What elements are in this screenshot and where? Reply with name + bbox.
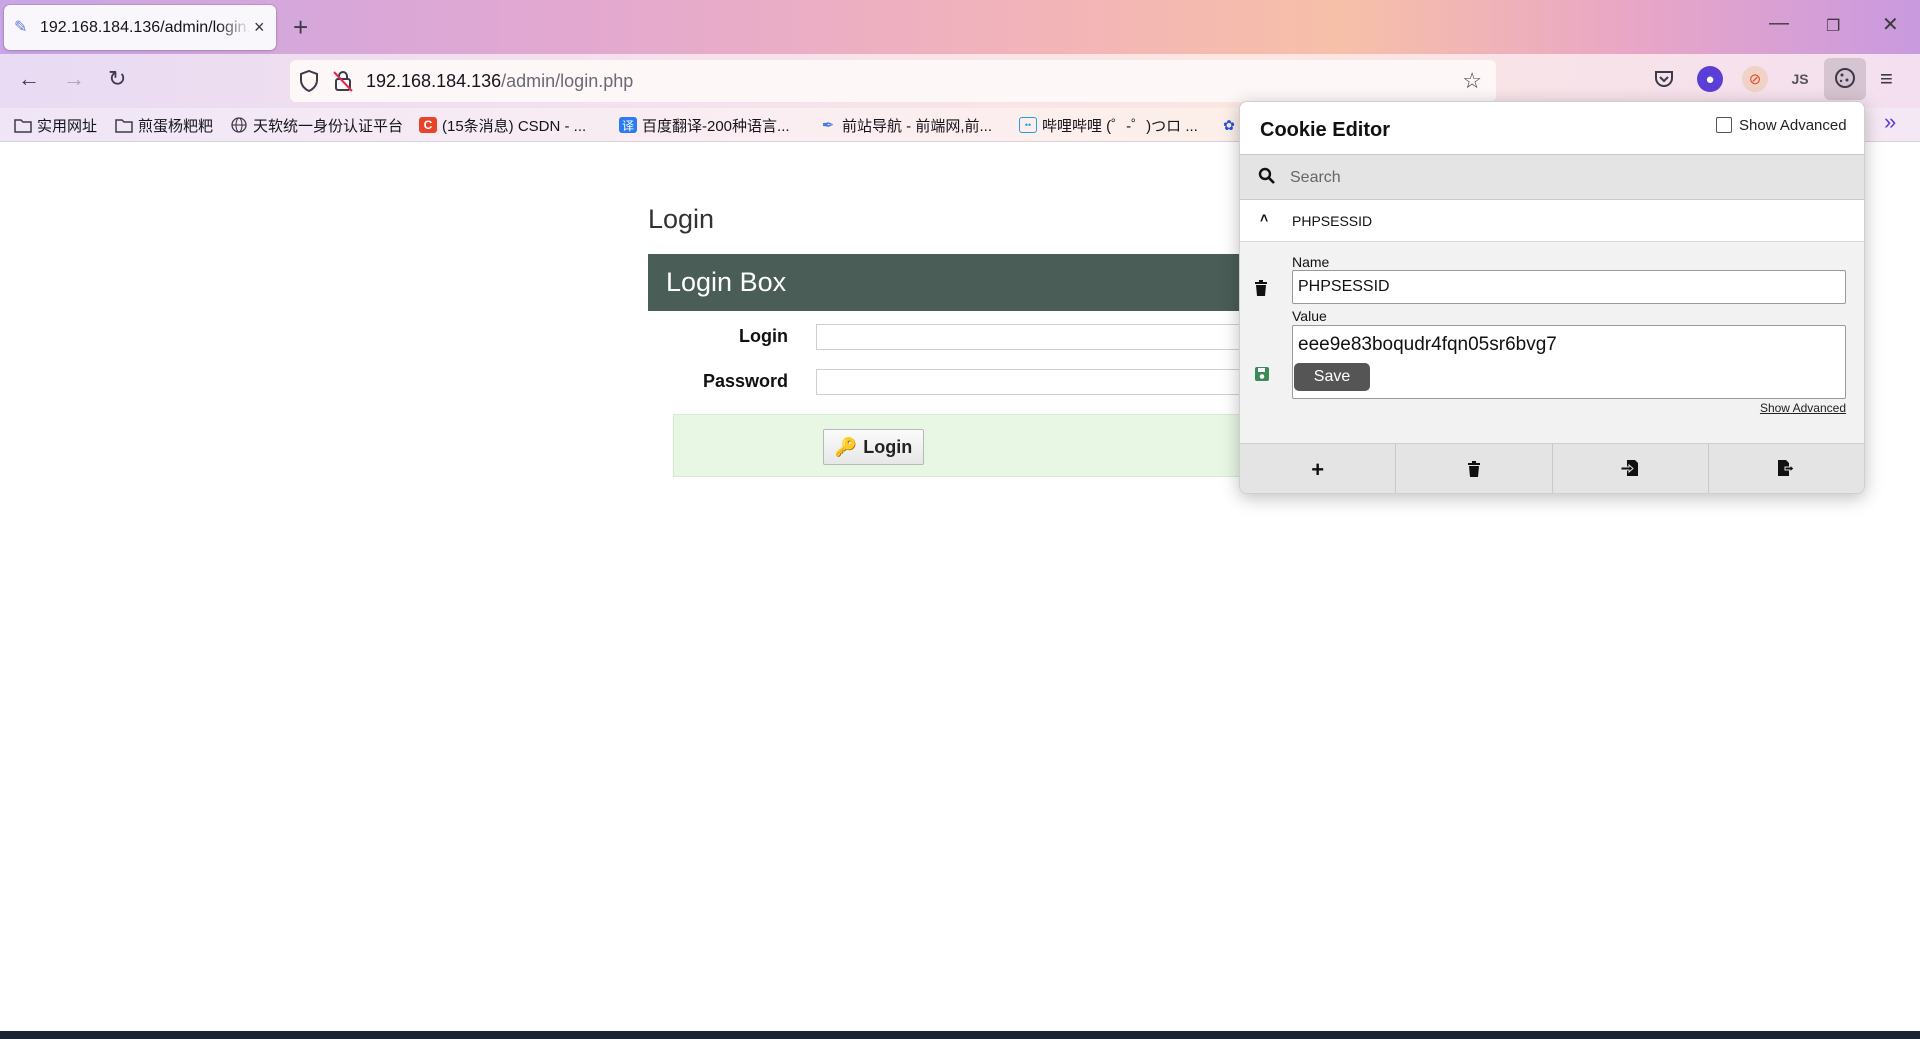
popup-header: Cookie Editor Show Advanced [1240, 102, 1864, 154]
baidu-translate-icon: 译 [619, 117, 637, 133]
bookmark-label: 煎蛋杨粑粑 [138, 117, 214, 135]
bookmark-item[interactable]: 实用网址 [14, 114, 97, 136]
cookie-toolbar: + [1240, 443, 1864, 493]
cookie-name: PHPSESSID [1292, 213, 1373, 229]
login-box-header: Login Box [648, 254, 1248, 311]
folder-icon [14, 117, 32, 133]
bookmark-label: 前站导航 - 前端网,前... [842, 117, 993, 135]
export-icon [1777, 457, 1796, 483]
login-label: Login [739, 326, 788, 346]
back-icon[interactable]: ← [18, 66, 40, 92]
shield-icon[interactable] [298, 69, 320, 96]
value-label: Value [1292, 308, 1327, 324]
delete-all-icon [1467, 457, 1481, 483]
login-button-label: Login [863, 436, 913, 457]
delete-all-button[interactable] [1396, 444, 1553, 493]
chevron-up-icon[interactable]: ˄ [1260, 210, 1268, 226]
bookmark-label: 天软统一身份认证平台 [253, 117, 404, 135]
save-cookie-icon[interactable] [1254, 366, 1270, 385]
tab-active[interactable]: ✎ 192.168.184.136/admin/login.php × [4, 5, 276, 50]
show-advanced-label[interactable]: Show Advanced [1739, 117, 1847, 134]
login-button[interactable]: 🔑 Login [823, 429, 924, 465]
save-button[interactable]: Save [1294, 363, 1370, 391]
url-host: 192.168.184.136 [366, 71, 502, 91]
ublock-icon[interactable]: ⊘ [1742, 66, 1768, 92]
bookmarks-overflow-button[interactable]: » [1884, 109, 1896, 134]
import-button[interactable] [1553, 444, 1709, 493]
bookmark-item[interactable]: 译 百度翻译-200种语言... [619, 114, 790, 136]
forward-icon[interactable]: → [63, 66, 85, 92]
cookie-name-field[interactable]: PHPSESSID [1292, 270, 1846, 304]
javascript-toggle-icon[interactable]: JS [1787, 66, 1813, 92]
bookmark-label: 哔哩哔哩 (゜-゜)つロ ... [1042, 117, 1198, 135]
key-icon: 🔑 [834, 436, 858, 457]
bookmark-item[interactable]: 煎蛋杨粑粑 [115, 114, 213, 136]
cookie-value-field[interactable]: eee9e83boqudr4fqn05sr6bvg7 [1292, 325, 1846, 399]
export-button[interactable] [1709, 444, 1864, 493]
account-icon[interactable]: ● [1697, 66, 1723, 92]
cookie-row-header[interactable]: ˄ PHPSESSID [1240, 200, 1864, 242]
search-icon [1258, 167, 1276, 188]
show-advanced-checkbox[interactable] [1716, 117, 1732, 133]
pocket-icon[interactable] [1651, 66, 1677, 92]
title-bar: ✎ 192.168.184.136/admin/login.php × + — … [0, 0, 1920, 54]
csdn-icon: C [419, 117, 437, 133]
password-input[interactable] [816, 369, 1256, 395]
baidu-paw-icon: ✿ [1223, 116, 1235, 133]
bookmark-label: (15条消息) CSDN - ... [442, 117, 587, 135]
nav-bar: ← → ↻ 192.168.184.136/admin/login.php ☆ … [0, 54, 1920, 108]
cookie-editor-extension-button[interactable] [1824, 58, 1866, 100]
reload-icon[interactable]: ↻ [108, 66, 126, 92]
bookmark-label: 百度翻译-200种语言... [642, 117, 790, 135]
bookmark-item[interactable]: C (15条消息) CSDN - ... [419, 114, 586, 136]
delete-cookie-icon[interactable] [1254, 280, 1268, 299]
close-tab-icon[interactable]: × [254, 17, 265, 38]
bookmark-item[interactable]: 天软统一身份认证平台 [230, 114, 403, 136]
minimize-button[interactable]: — [1769, 12, 1789, 35]
login-input[interactable] [816, 324, 1256, 350]
search-input[interactable]: Search [1290, 169, 1341, 187]
close-window-button[interactable]: ✕ [1882, 12, 1899, 37]
bilibili-icon: •• [1019, 117, 1037, 133]
popup-title: Cookie Editor [1260, 119, 1391, 141]
bookmark-star-icon[interactable]: ☆ [1462, 68, 1482, 94]
pencil-icon: ✎ [14, 18, 28, 36]
submit-area: 🔑 Login [673, 414, 1273, 477]
tab-title: 192.168.184.136/admin/login.php [40, 18, 250, 36]
taskbar [0, 1031, 1920, 1039]
page-title: Login [648, 204, 715, 234]
bookmark-item[interactable]: •• 哔哩哔哩 (゜-゜)つロ ... [1019, 114, 1198, 136]
add-icon: + [1311, 456, 1325, 482]
cookie-editor-popup: Cookie Editor Show Advanced Search ˄ PHP… [1239, 101, 1865, 494]
show-advanced-link[interactable]: Show Advanced [1760, 401, 1846, 415]
add-cookie-button[interactable]: + [1240, 444, 1397, 493]
bookmark-label: 实用网址 [37, 117, 98, 135]
menu-icon[interactable]: ≡ [1880, 66, 1893, 92]
import-icon [1620, 457, 1639, 483]
bookmark-item[interactable]: ✒ 前站导航 - 前端网,前... [819, 114, 992, 136]
password-label: Password [702, 371, 788, 391]
folder-icon [115, 117, 133, 133]
url-text: 192.168.184.136/admin/login.php [366, 71, 633, 92]
name-label: Name [1292, 254, 1330, 270]
restore-button[interactable]: ❐ [1826, 16, 1840, 36]
url-path: /admin/login.php [501, 71, 634, 91]
globe-icon [230, 117, 248, 133]
insecure-lock-icon[interactable] [332, 69, 354, 96]
url-bar[interactable]: 192.168.184.136/admin/login.php ☆ [290, 60, 1496, 102]
feather-icon: ✒ [821, 117, 835, 134]
cookie-icon [1834, 67, 1856, 92]
search-bar[interactable]: Search [1240, 154, 1864, 200]
new-tab-button[interactable]: + [293, 12, 308, 42]
